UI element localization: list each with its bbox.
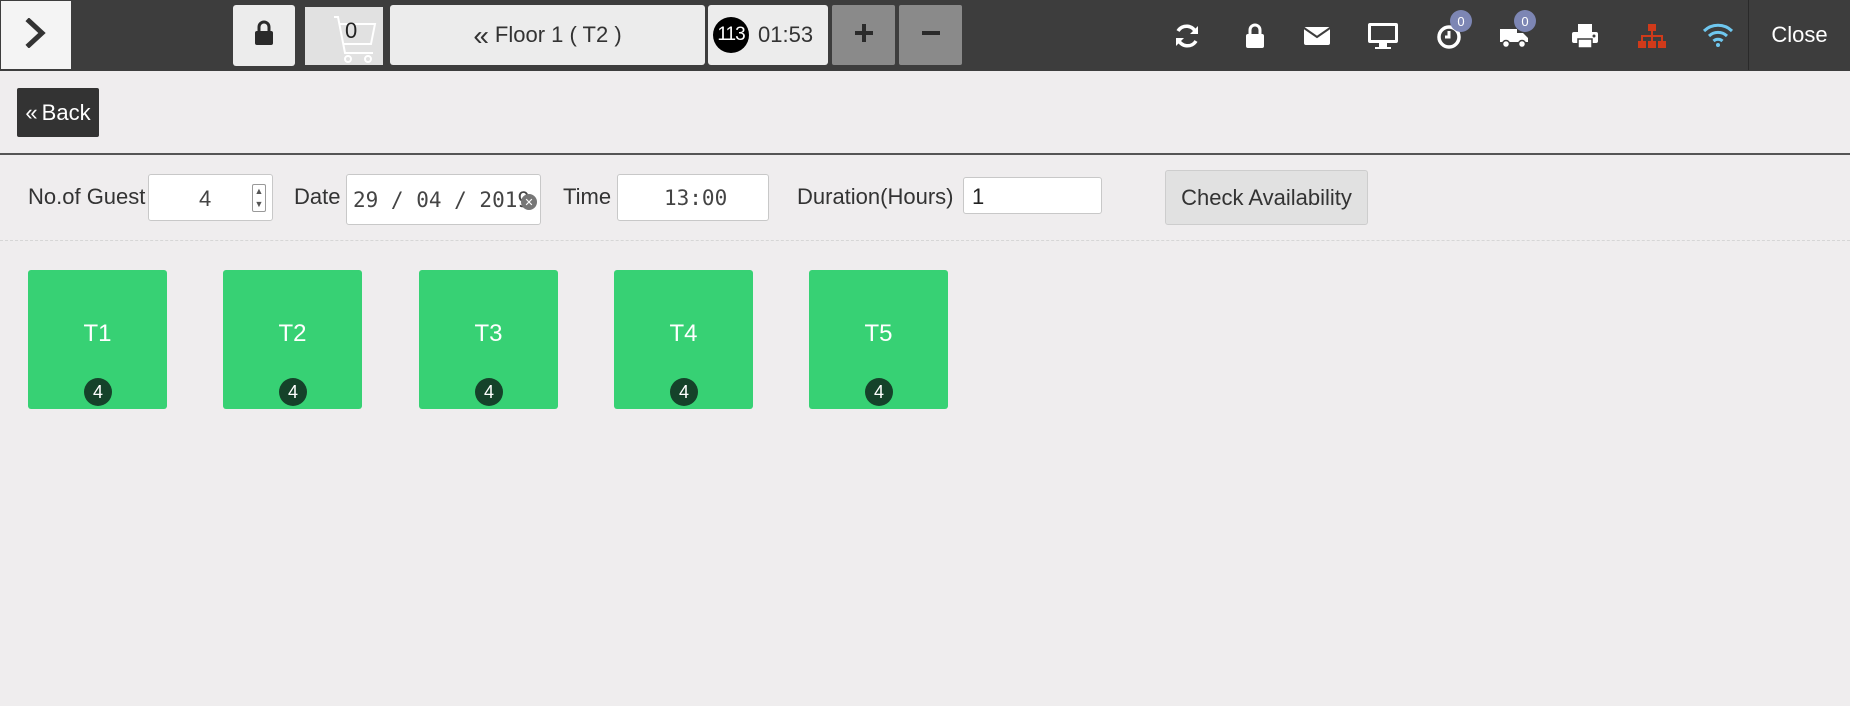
cart-button[interactable]: 0 (305, 7, 383, 65)
double-chevron-left-icon: « (25, 99, 38, 125)
time-label: Time (563, 184, 612, 209)
order-info[interactable]: 113 01:53 (708, 5, 828, 65)
clear-date-icon[interactable]: ✕ (521, 194, 537, 210)
guest-label: No.of Guest (28, 184, 146, 209)
wifi-icon[interactable] (1700, 20, 1736, 50)
check-availability-button[interactable]: Check Availability (1165, 170, 1368, 225)
table-name: T1 (83, 320, 112, 347)
table-name: T5 (864, 320, 893, 347)
duration-input[interactable]: 1 (963, 177, 1102, 214)
table-name: T3 (474, 320, 503, 347)
close-button[interactable]: Close (1748, 0, 1850, 70)
plus-icon (854, 23, 874, 48)
guest-count-input[interactable]: 4 ▲ ▼ (148, 174, 273, 221)
table-tile-t3[interactable]: T3 4 (419, 270, 558, 409)
lock-icon (253, 20, 275, 51)
date-value: 29 / 04 / 2019 (353, 188, 531, 212)
time-value: 13:00 (664, 186, 728, 210)
duration-label: Duration(Hours) (797, 184, 954, 209)
table-tile-t4[interactable]: T4 4 (614, 270, 753, 409)
seat-count-badge: 4 (475, 378, 503, 406)
order-time: 01:53 (758, 22, 814, 47)
monitor-icon[interactable] (1365, 20, 1401, 52)
back-button[interactable]: « Back (17, 88, 99, 137)
divider (0, 153, 1850, 155)
time-input[interactable]: 13:00 (617, 174, 769, 221)
seat-count-badge: 4 (865, 378, 893, 406)
delivery-orders-badge: 0 (1514, 10, 1536, 32)
double-chevron-left-icon: « (473, 20, 489, 51)
date-label: Date (294, 184, 341, 209)
chevron-right-icon (25, 16, 47, 53)
cart-icon (305, 7, 383, 70)
minus-icon (921, 23, 941, 48)
seat-count-badge: 4 (279, 378, 307, 406)
zoom-in-button[interactable] (832, 5, 895, 65)
floor-selector-button[interactable]: « Floor 1 ( T2 ) (390, 5, 705, 65)
pending-orders-badge: 0 (1450, 10, 1472, 32)
lock-icon[interactable] (1240, 20, 1270, 52)
date-input[interactable]: 29 / 04 / 2019 ✕ (346, 174, 541, 225)
menu-toggle-button[interactable] (1, 1, 71, 69)
table-name: T4 (669, 320, 698, 347)
table-tile-t2[interactable]: T2 4 (223, 270, 362, 409)
back-label: Back (41, 99, 91, 125)
table-name: T2 (278, 320, 307, 347)
table-tile-t1[interactable]: T1 4 (28, 270, 167, 409)
seat-count-badge: 4 (670, 378, 698, 406)
envelope-icon[interactable] (1300, 22, 1334, 50)
section-separator (0, 240, 1850, 241)
zoom-out-button[interactable] (899, 5, 962, 65)
duration-value: 1 (972, 184, 985, 209)
lock-button[interactable] (233, 5, 295, 66)
sitemap-icon[interactable] (1634, 21, 1670, 51)
top-bar: 0 « Floor 1 ( T2 ) 113 01:53 0 0 Close (0, 0, 1850, 71)
guest-stepper[interactable]: ▲ ▼ (252, 184, 266, 212)
table-tile-t5[interactable]: T5 4 (809, 270, 948, 409)
guest-count-value: 4 (199, 186, 212, 211)
order-number-badge: 113 (713, 17, 749, 53)
printer-icon[interactable] (1568, 20, 1602, 52)
floor-label: Floor 1 ( T2 ) (494, 22, 622, 47)
refresh-icon[interactable] (1171, 20, 1203, 52)
cart-count: 0 (345, 18, 358, 43)
seat-count-badge: 4 (84, 378, 112, 406)
